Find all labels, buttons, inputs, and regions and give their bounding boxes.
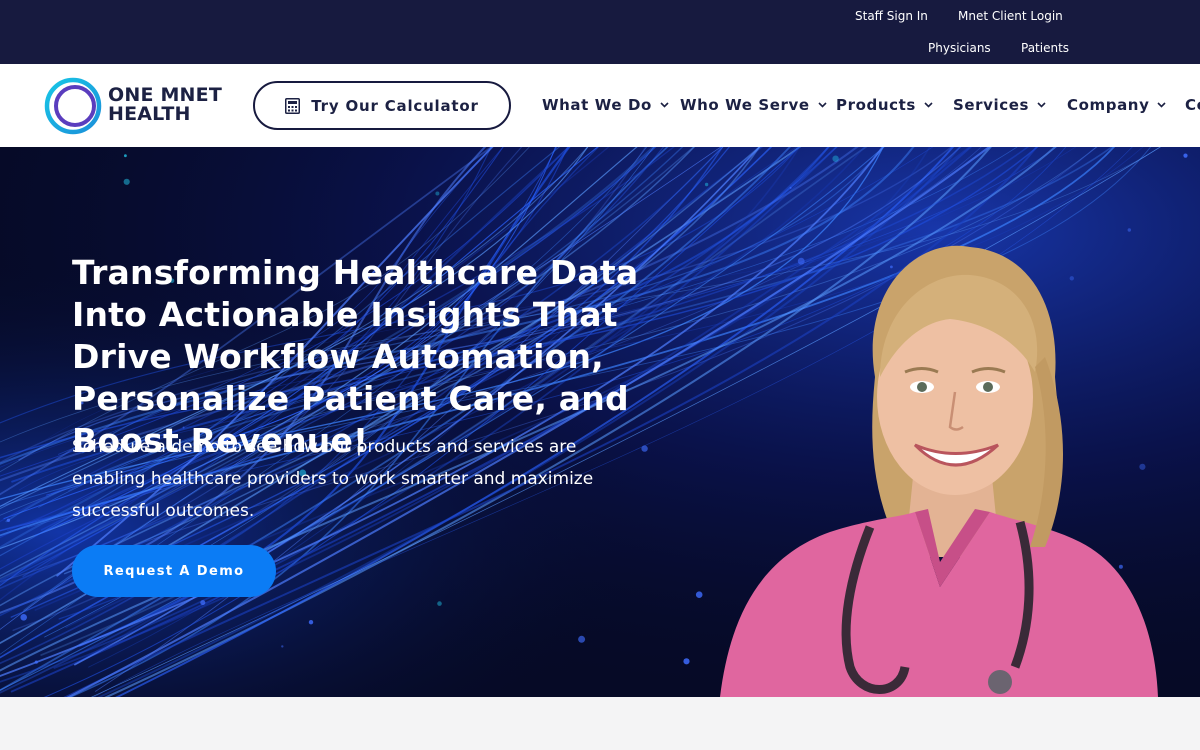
- nav-label: Products: [836, 96, 916, 114]
- main-navigation: ONE MNET HEALTH Try Our Calculator What …: [0, 64, 1200, 147]
- light-dot: [308, 620, 314, 625]
- light-dot: [200, 600, 206, 606]
- chevron-down-icon: [1037, 102, 1046, 108]
- nav-label: Services: [953, 96, 1030, 114]
- staff-sign-in-link[interactable]: Staff Sign In: [855, 9, 928, 23]
- nav-contact-truncated[interactable]: Co: [1185, 96, 1200, 114]
- utility-bar: Staff Sign In Mnet Client Login Physicia…: [0, 0, 1200, 64]
- mnet-client-login-link[interactable]: Mnet Client Login: [958, 9, 1063, 23]
- nav-company[interactable]: Company: [1067, 96, 1167, 114]
- logo-ring-icon: [44, 77, 102, 135]
- chevron-down-icon: [1157, 102, 1167, 108]
- nav-what-we-do[interactable]: What We Do: [542, 96, 669, 114]
- nurse-photo: [720, 245, 1158, 697]
- calculator-icon: [285, 97, 301, 114]
- hero-subtitle: Schedule a demo to see how our products …: [72, 437, 594, 521]
- light-dot: [20, 614, 28, 621]
- nav-who-we-serve[interactable]: Who We Serve: [680, 96, 827, 114]
- light-dot: [832, 155, 839, 162]
- chevron-down-icon: [660, 102, 669, 108]
- nav-services[interactable]: Services: [953, 96, 1046, 114]
- light-dot: [683, 658, 690, 665]
- chevron-down-icon: [818, 102, 827, 108]
- light-dot: [34, 660, 38, 664]
- brand-line-2: HEALTH: [108, 103, 191, 125]
- light-dot: [578, 635, 586, 643]
- hero-section: Transforming Healthcare Data Into Action…: [0, 147, 1200, 697]
- light-dot: [6, 518, 11, 522]
- light-dot: [123, 178, 130, 185]
- light-dot: [704, 182, 709, 187]
- patients-link[interactable]: Patients: [1021, 41, 1069, 55]
- light-dot: [124, 154, 127, 158]
- light-dot: [437, 601, 442, 606]
- brand-wordmark: ONE MNET HEALTH: [108, 86, 222, 124]
- calculator-label: Try Our Calculator: [311, 96, 479, 115]
- light-dot: [435, 191, 440, 196]
- light-dot: [1183, 153, 1188, 158]
- next-section-strip: [0, 697, 1200, 750]
- nav-label: Co: [1185, 96, 1200, 114]
- light-dot: [281, 645, 284, 648]
- nav-label: What We Do: [542, 96, 652, 114]
- brand-logo[interactable]: ONE MNET HEALTH: [44, 76, 234, 136]
- chevron-down-icon: [924, 102, 933, 108]
- nav-label: Company: [1067, 96, 1150, 114]
- nav-label: Who We Serve: [680, 96, 810, 114]
- try-calculator-button[interactable]: Try Our Calculator: [253, 81, 511, 130]
- light-dot: [789, 186, 792, 189]
- request-demo-button[interactable]: Request A Demo: [72, 545, 276, 597]
- physicians-link[interactable]: Physicians: [928, 41, 991, 55]
- nav-products[interactable]: Products: [836, 96, 933, 114]
